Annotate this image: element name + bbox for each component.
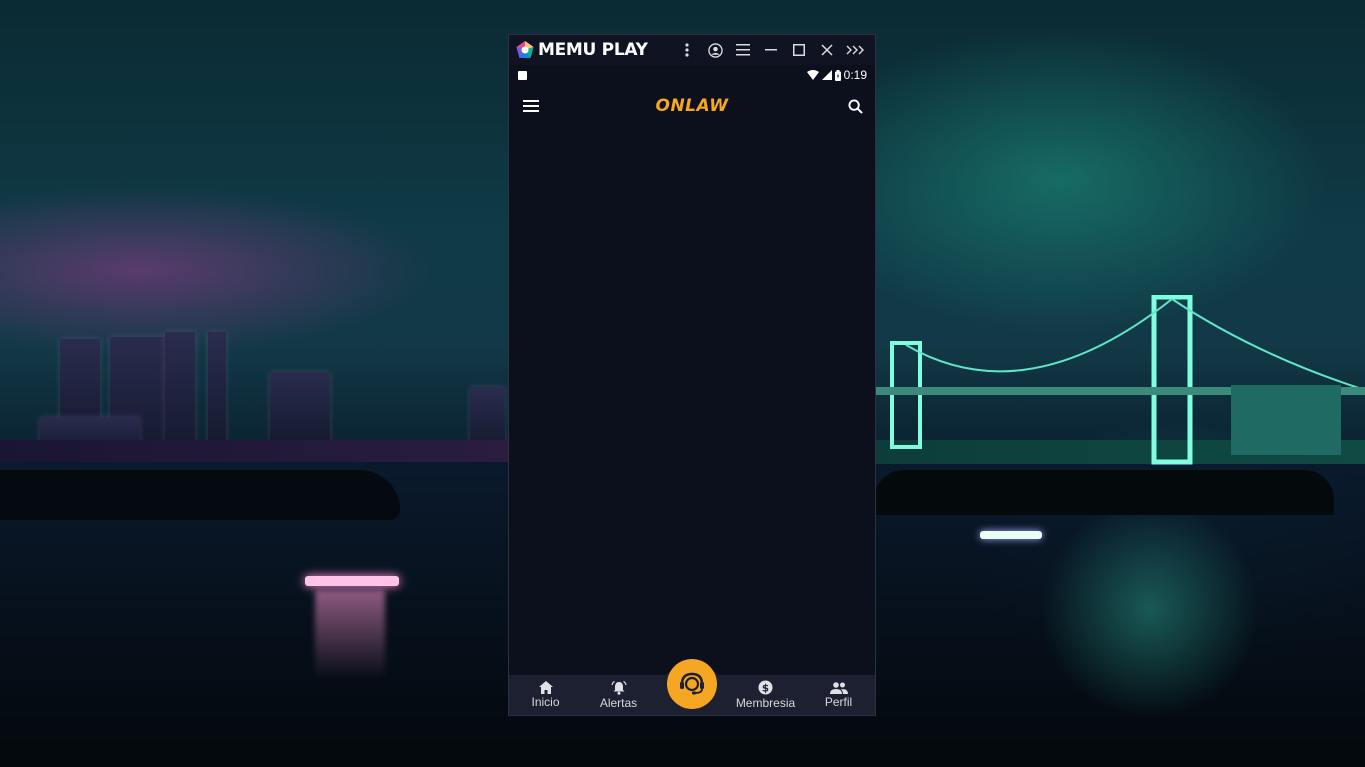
wallpaper-building — [470, 387, 505, 447]
emulator-titlebar: MEMU PLAY — [509, 35, 875, 65]
support-agent-icon — [680, 672, 704, 695]
minimize-icon[interactable] — [757, 35, 785, 65]
wallpaper-building — [270, 372, 330, 442]
nav-label: Membresia — [735, 696, 796, 710]
signal-icon — [821, 70, 832, 80]
support-fab-button[interactable] — [667, 659, 717, 709]
bell-icon — [610, 680, 627, 695]
app-content — [509, 127, 875, 675]
notification-icon — [518, 70, 527, 80]
wallpaper-building — [165, 332, 195, 447]
maximize-icon[interactable] — [785, 35, 813, 65]
menu-icon[interactable] — [729, 35, 757, 65]
nav-item-perfil[interactable]: Perfil — [802, 675, 875, 715]
app-toolbar: ONLAW — [509, 85, 875, 127]
wallpaper-treeline — [874, 470, 1334, 515]
wallpaper-bridge — [876, 295, 1365, 465]
clock: 0:19 — [843, 68, 867, 82]
nav-item-membresia[interactable]: $ Membresia — [729, 675, 802, 715]
nav-label: Alertas — [599, 695, 638, 710]
nav-label: Perfil — [824, 694, 853, 709]
emulator-window: MEMU PLAY 0:19 ONLAW Inicio Alertas $ Me… — [509, 35, 875, 715]
battery-icon — [834, 69, 841, 81]
wallpaper-treeline — [0, 470, 400, 520]
wallpaper-boat — [980, 531, 1042, 539]
nav-item-alertas[interactable]: Alertas — [582, 675, 655, 715]
svg-text:$: $ — [762, 682, 769, 694]
hamburger-menu-icon[interactable] — [523, 100, 539, 112]
memu-logo-icon — [516, 41, 534, 58]
wallpaper-building — [208, 332, 226, 442]
account-icon[interactable] — [701, 35, 729, 65]
android-statusbar: 0:19 — [509, 65, 875, 85]
wifi-icon — [806, 70, 819, 80]
more-icon[interactable] — [673, 35, 701, 65]
home-icon — [538, 681, 553, 694]
people-icon — [829, 681, 848, 694]
app-title: ONLAW — [655, 96, 729, 116]
wallpaper-reflection — [315, 590, 385, 680]
emulator-brand: MEMU PLAY — [538, 40, 648, 60]
search-icon[interactable] — [848, 98, 863, 114]
dollar-icon: $ — [758, 680, 773, 695]
wallpaper-reflection — [1040, 500, 1260, 720]
nav-item-inicio[interactable]: Inicio — [509, 675, 582, 715]
close-icon[interactable] — [813, 35, 841, 65]
wallpaper-shore — [0, 440, 510, 462]
nav-label: Inicio — [531, 695, 560, 709]
wallpaper-boat — [305, 576, 399, 586]
expand-icon[interactable] — [841, 35, 869, 65]
